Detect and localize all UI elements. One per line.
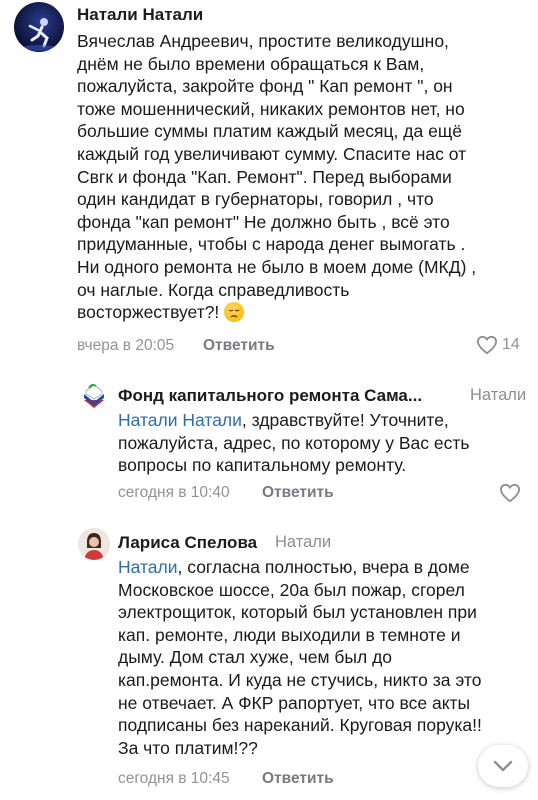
comment-text: Натали Натали, здравствуйте! Уточните, п… (118, 409, 528, 477)
comment-text-line: не отвечает. А ФКР рапортует, что все ак… (118, 692, 471, 713)
like-count: 14 (502, 336, 520, 353)
avatar-natali[interactable] (14, 2, 64, 52)
reply-button[interactable]: Ответить (262, 770, 334, 788)
reply-button[interactable]: Ответить (262, 484, 334, 502)
comment-text-line: придуманные, чтобы с народа денег вымога… (77, 234, 466, 255)
comment-author[interactable]: Фонд капитального ремонта Сама... (118, 386, 422, 406)
like-button[interactable]: 14 (476, 335, 520, 355)
comment-text-line: , здравствуйте! Уточните, (241, 410, 449, 430)
comment-author[interactable]: Лариса Спелова (118, 533, 257, 553)
chevron-down-icon (493, 760, 513, 772)
comment-time: сегодня в 10:45 (118, 770, 230, 787)
comment-text-line: тоже мошеннический, никаких ремонтов нет… (77, 98, 465, 119)
heart-outline-icon (476, 335, 498, 355)
heart-outline-icon (499, 483, 521, 503)
avatar-image (21, 18, 57, 51)
comment-text-line: Ни одного ремонта не было в моем доме (М… (77, 256, 477, 277)
comment-text-line-last: восторжествует?! (77, 301, 527, 324)
comment-text-line-first: Натали Натали, здравствуйте! Уточните, (118, 409, 528, 432)
comment-text-line: пожалуйста, адрес, по которому у Вас ест… (118, 432, 470, 453)
comment-text: Вячеслав Андреевич, простите великодушно… (77, 30, 527, 324)
comment-text-line: дыму. Дом стал хуже, чем был до (118, 647, 393, 668)
reply-to-name[interactable]: Натали (470, 386, 526, 405)
avatar-fund[interactable] (78, 380, 110, 412)
comment-time: вчера в 20:05 (77, 337, 175, 354)
comment-text-line: подписаны без нареканий. Круговая порука… (118, 715, 482, 736)
comment-text-line: Московское шоссе, 20а был пожар, сгорел (118, 579, 465, 600)
comment-text-line: кап.ремонта. И куда не стучись, никто за… (118, 669, 482, 690)
comment-text-line: большие суммы платим каждый месяц, да ещ… (77, 121, 462, 142)
avatar-image (78, 528, 110, 560)
reply-to-name[interactable]: Натали (275, 533, 331, 552)
mention-link[interactable]: Натали (118, 557, 178, 577)
comment-text-line: электрощиток, который был установлен при (118, 602, 477, 623)
comment-text-line: кап. ремонте, люди выходили в темноте и (118, 624, 461, 645)
comment-text-line: каждый год увеличивают сумму. Спасите на… (77, 143, 467, 164)
comment-text: Натали, согласна полностью, вчера в доме… (118, 556, 528, 759)
comment-text-line: фонда "кап ремонт" Не должно быть , всё … (77, 211, 450, 232)
comment-author[interactable]: Натали Натали (77, 5, 203, 25)
mention-link[interactable]: Натали Натали (118, 410, 242, 430)
avatar-larisa[interactable] (78, 528, 110, 560)
comment-text-line: оч наглые. Когда справедливость (77, 279, 350, 300)
comment-text-line: За что платим!?? (118, 737, 258, 758)
comment-text-line: восторжествует?! (77, 302, 225, 323)
comment-text-line: Вячеслав Андреевич, простите великодушно… (77, 31, 449, 51)
disappointed-face-icon (224, 302, 245, 323)
like-button[interactable] (499, 483, 521, 503)
comment-text-line: вопросы по капитальному ремонту. (118, 455, 407, 476)
reply-button[interactable]: Ответить (203, 337, 275, 355)
fund-logo-image (84, 383, 104, 408)
comment-text-line: один кандидат в губернаторы, говорил , ч… (77, 189, 434, 210)
comment-text-line: днём не было времени обращаться к Вам, (77, 53, 425, 74)
comment-time: сегодня в 10:40 (118, 484, 230, 501)
comment-text-line-first: Натали, согласна полностью, вчера в доме (118, 556, 528, 579)
comment-text-line: Свгк и фонда "Кап. Ремонт". Перед выбора… (77, 166, 452, 187)
comment-text-line: , согласна полностью, вчера в доме (177, 557, 470, 577)
scroll-down-button[interactable] (478, 745, 528, 787)
comment-text-line: пожалуйста, закройте фонд " Кап ремонт "… (77, 76, 453, 97)
